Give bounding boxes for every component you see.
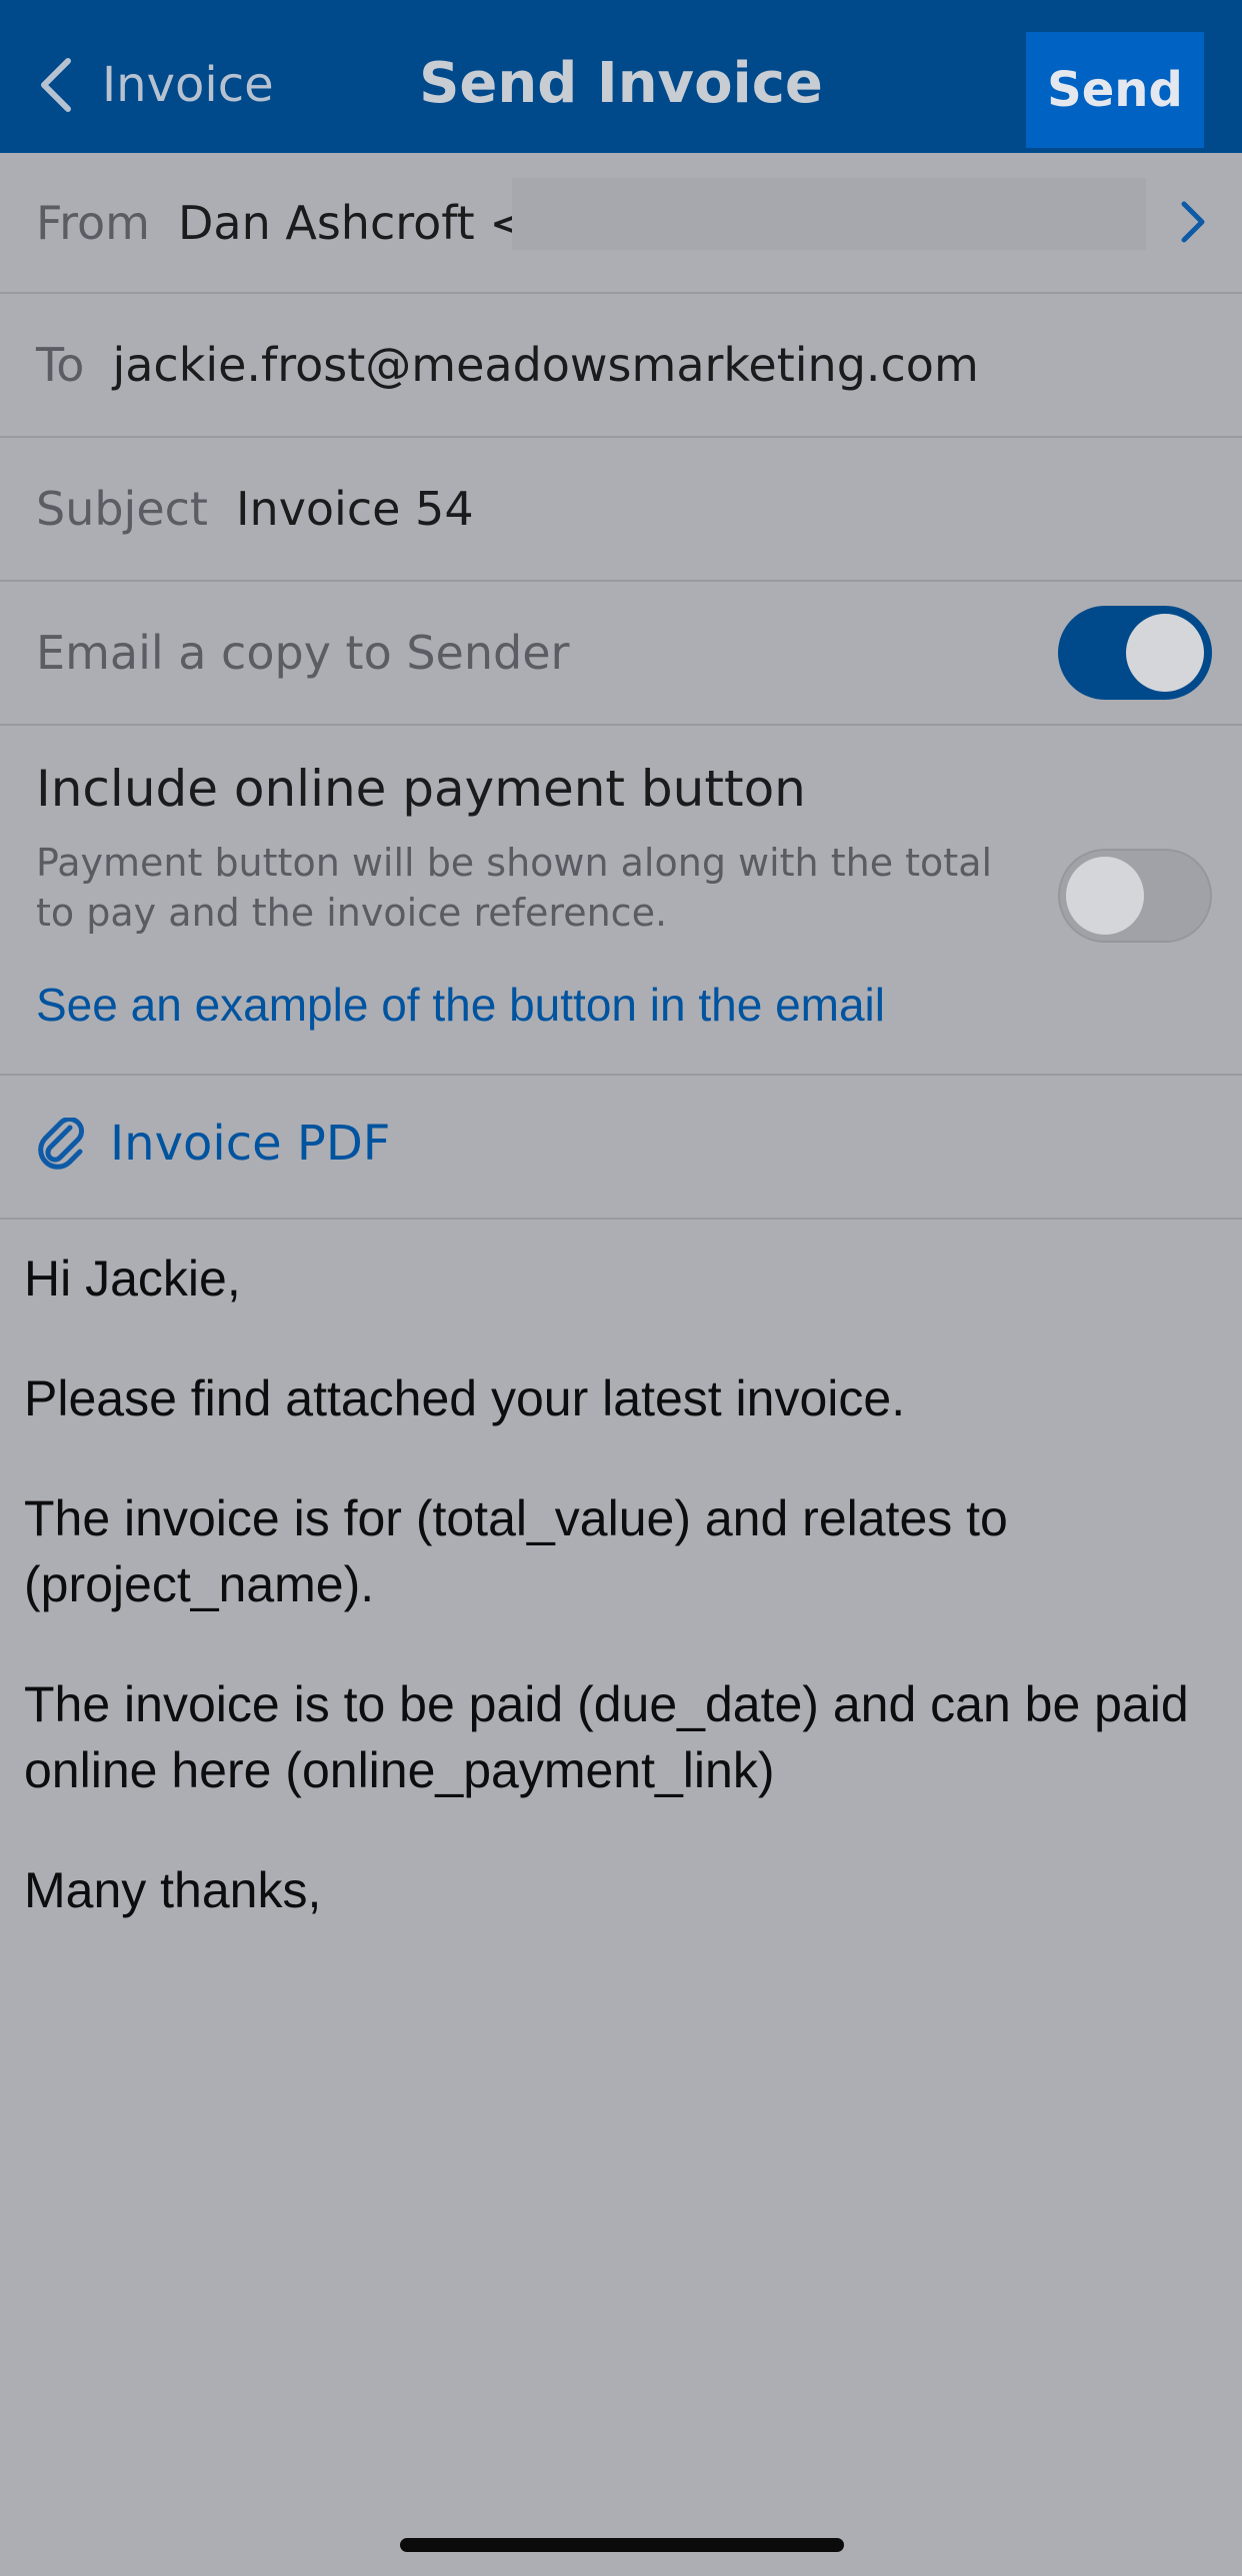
from-label: From bbox=[36, 195, 150, 250]
example-button-link[interactable]: See an example of the button in the emai… bbox=[36, 978, 885, 1032]
home-indicator bbox=[400, 2538, 844, 2552]
message-line: The invoice is to be paid (due_date) and… bbox=[24, 1676, 1189, 1798]
payment-button-description: Payment button will be shown along with … bbox=[36, 841, 993, 935]
to-row[interactable]: To jackie.frost@meadowsmarketing.com bbox=[0, 294, 1242, 438]
redacted-email bbox=[512, 178, 1146, 250]
payment-button-title: Include online payment button bbox=[36, 760, 806, 818]
message-body[interactable]: Hi Jackie, Please find attached your lat… bbox=[24, 1246, 1214, 1977]
to-label: To bbox=[36, 338, 85, 392]
to-field[interactable]: jackie.frost@meadowsmarketing.com bbox=[112, 338, 978, 392]
message-line: Please find attached your latest invoice… bbox=[24, 1370, 906, 1426]
payment-button-toggle[interactable] bbox=[1058, 849, 1212, 943]
from-value: Dan Ashcroft < bbox=[177, 195, 528, 250]
chevron-right-icon[interactable] bbox=[1178, 200, 1208, 244]
attachment-label: Invoice PDF bbox=[110, 1116, 391, 1172]
subject-label: Subject bbox=[36, 482, 208, 536]
invoice-pdf-attachment[interactable]: Invoice PDF bbox=[36, 1116, 390, 1172]
message-greeting: Hi Jackie, bbox=[24, 1251, 241, 1306]
subject-row[interactable]: Subject Invoice 54 bbox=[0, 438, 1242, 582]
paperclip-icon bbox=[38, 1118, 84, 1170]
message-line: The invoice is for (total_value) and rel… bbox=[24, 1490, 1008, 1612]
nav-header: Invoice Send Invoice Send bbox=[0, 0, 1242, 153]
send-button[interactable]: Send bbox=[1026, 32, 1204, 148]
copy-to-sender-label: Email a copy to Sender bbox=[36, 626, 570, 680]
message-signoff: Many thanks, bbox=[24, 1862, 322, 1918]
subject-field[interactable]: Invoice 54 bbox=[236, 482, 474, 536]
copy-to-sender-toggle[interactable] bbox=[1058, 606, 1212, 700]
copy-to-sender-row: Email a copy to Sender bbox=[0, 582, 1242, 726]
